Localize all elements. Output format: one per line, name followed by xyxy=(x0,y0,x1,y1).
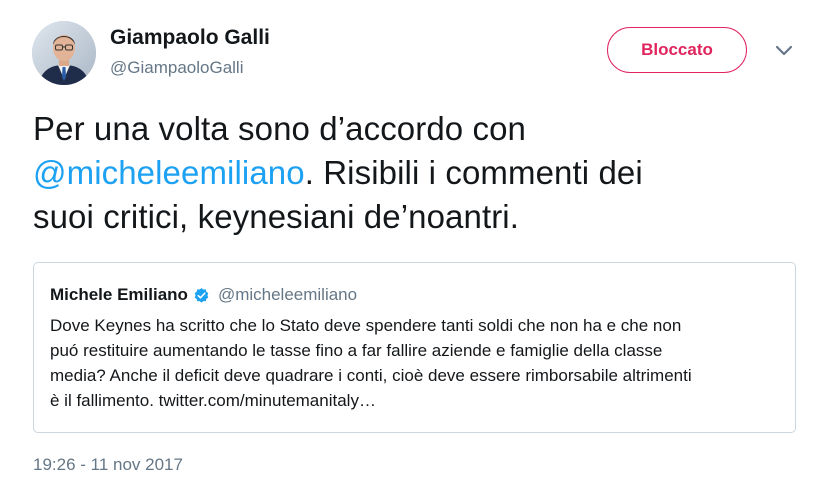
tweet-text-fragment: . Risibili i commenti dei xyxy=(304,154,643,191)
quoted-text-line: Dove Keynes ha scritto che lo Stato deve… xyxy=(50,316,682,335)
chevron-down-icon[interactable] xyxy=(772,40,796,60)
verified-badge-icon xyxy=(193,287,210,304)
quoted-tweet-header: Michele Emiliano @micheleemiliano xyxy=(50,285,357,305)
author-handle[interactable]: @GiampaoloGalli xyxy=(110,58,243,78)
quoted-tweet-text: Dove Keynes ha scritto che lo Stato deve… xyxy=(50,313,785,413)
mention-link[interactable]: @micheleemiliano xyxy=(33,154,305,191)
quoted-text-line: puó restituire aumentando le tasse fino … xyxy=(50,341,663,360)
quoted-author-name: Michele Emiliano xyxy=(50,285,188,304)
profile-photo xyxy=(32,21,96,85)
quoted-text-line: è il fallimento. twitter.com/minutemanit… xyxy=(50,391,376,410)
author-name[interactable]: Giampaolo Galli xyxy=(110,26,270,50)
blocked-button[interactable]: Bloccato xyxy=(607,27,747,73)
tweet-timestamp[interactable]: 19:26 - 11 nov 2017 xyxy=(33,455,183,475)
quoted-tweet[interactable]: Michele Emiliano @micheleemiliano Dove K… xyxy=(33,262,796,433)
tweet-text-line: @micheleemiliano. Risibili i commenti de… xyxy=(33,151,813,195)
avatar[interactable] xyxy=(32,21,96,85)
tweet-card: Giampaolo Galli @GiampaoloGalli Bloccato… xyxy=(0,0,837,482)
tweet-text-line: Per una volta sono d’accordo con xyxy=(33,110,527,147)
tweet-text-line: suoi critici, keynesiani de’noantri. xyxy=(33,198,519,235)
quoted-text-line: media? Anche il deficit deve quadrare i … xyxy=(50,366,692,385)
quoted-author-handle: @micheleemiliano xyxy=(217,285,358,304)
tweet-text: Per una volta sono d’accordo con @michel… xyxy=(33,107,813,239)
